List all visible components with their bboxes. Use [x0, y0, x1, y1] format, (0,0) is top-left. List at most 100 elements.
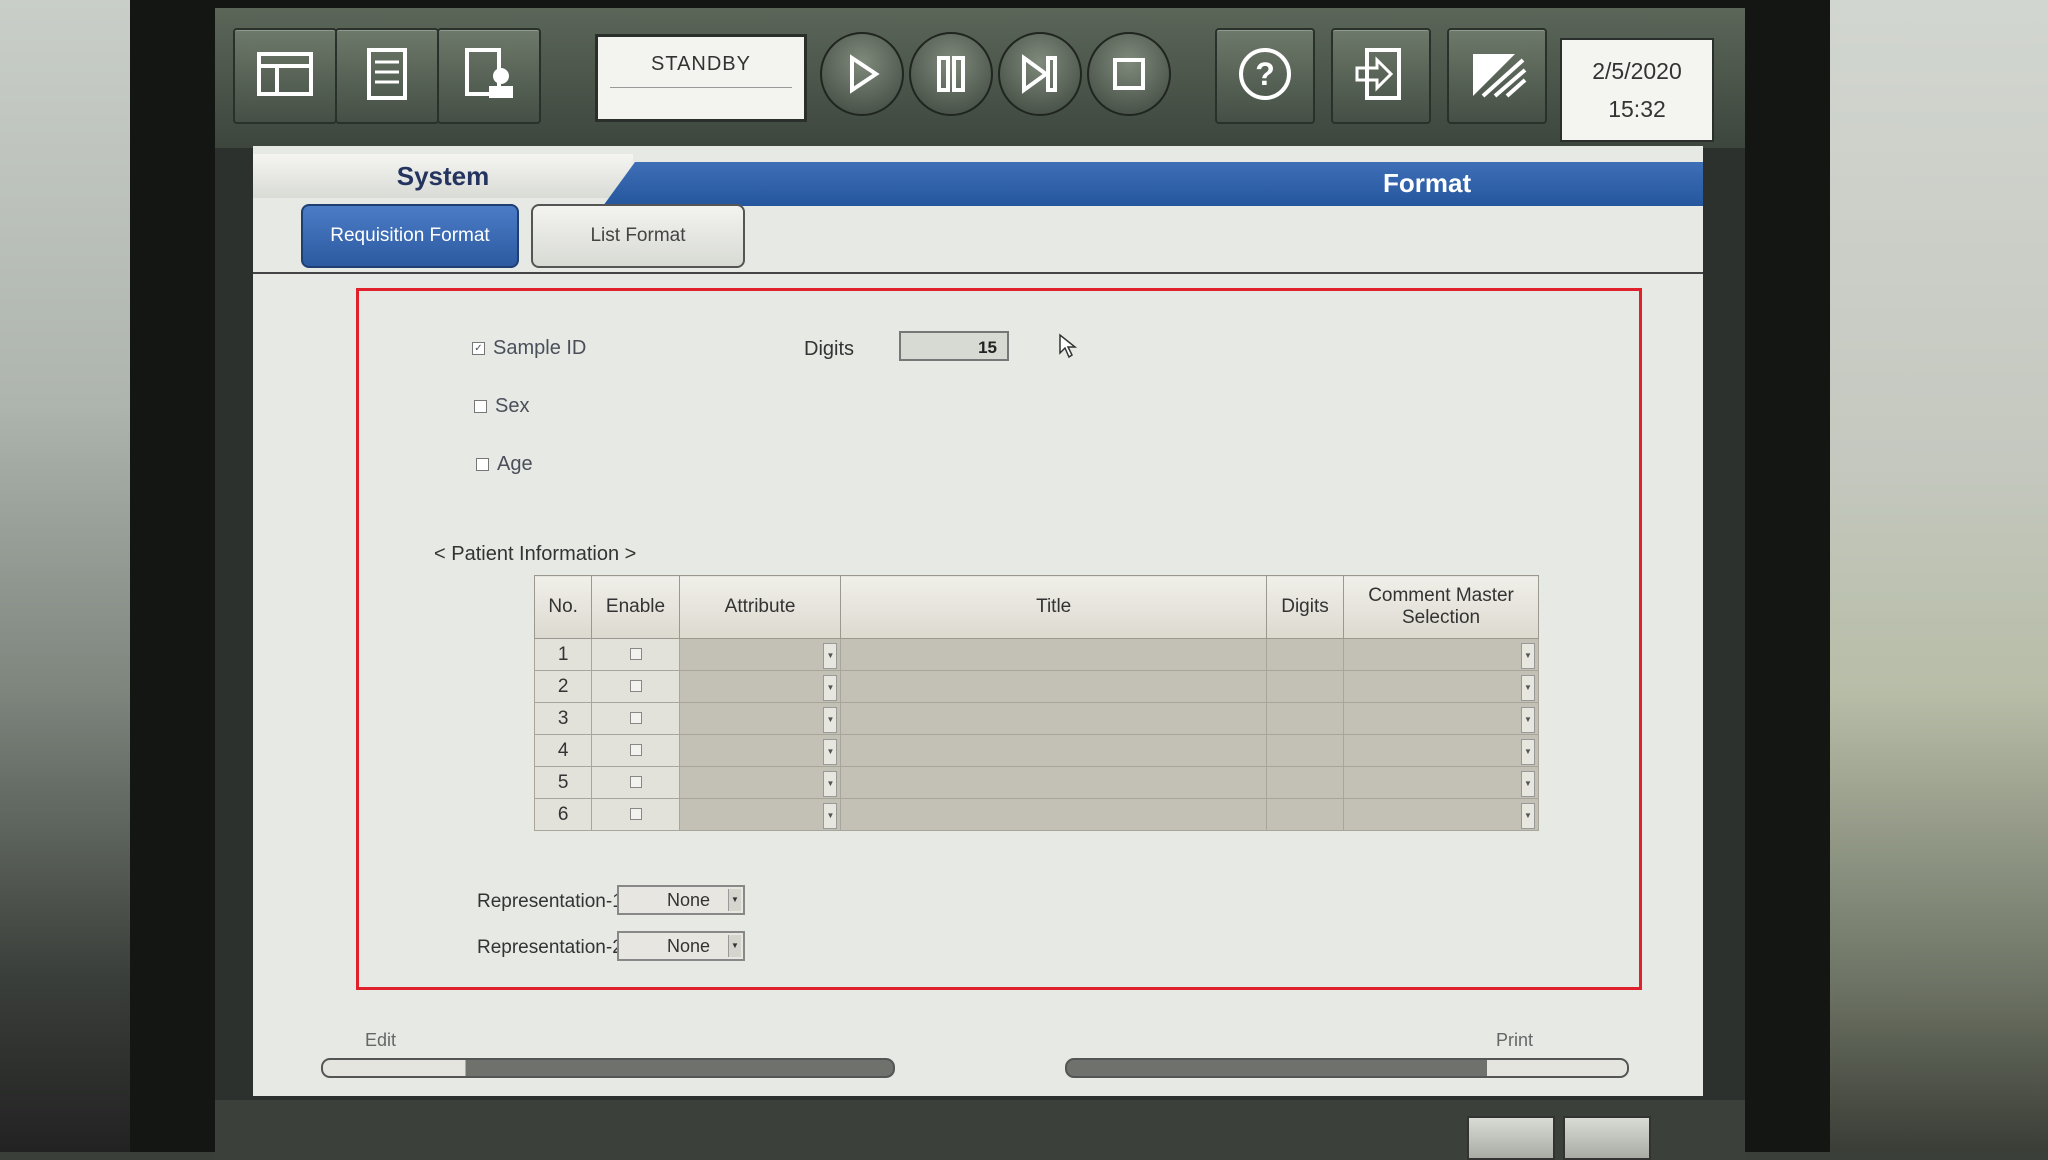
stop-button[interactable] — [1087, 32, 1171, 116]
comment-master-select[interactable]: ▼ — [1343, 734, 1539, 767]
patient-information-label: < Patient Information > — [434, 543, 637, 565]
title-cell[interactable] — [840, 702, 1267, 735]
title-cell[interactable] — [840, 734, 1267, 767]
status-divider — [610, 87, 792, 88]
skip-button[interactable] — [998, 32, 1082, 116]
table-header-row: No. Enable Attribute Title Digits Commen… — [533, 575, 1539, 639]
exit-button[interactable] — [1331, 28, 1431, 124]
title-cell[interactable] — [840, 670, 1267, 703]
print-button-bar[interactable] — [1065, 1058, 1629, 1078]
sample-id-checkbox[interactable]: ✓ — [472, 342, 485, 356]
dropdown-arrow-icon: ▼ — [823, 771, 838, 797]
tab-divider — [253, 272, 1703, 274]
attribute-select[interactable]: ▼ — [678, 734, 842, 767]
patient-information-table: No. Enable Attribute Title Digits Commen… — [533, 575, 1539, 831]
worklist-button[interactable] — [335, 28, 439, 124]
status-text: STANDBY — [651, 53, 751, 75]
bottom-tool-button[interactable] — [1467, 1116, 1555, 1160]
comment-master-select[interactable]: ▼ — [1343, 766, 1539, 799]
row-number: 4 — [533, 734, 593, 767]
sex-checkbox[interactable] — [474, 400, 487, 414]
age-checkbox[interactable] — [476, 458, 489, 472]
sample-id-digits-input[interactable]: 15 — [899, 331, 1009, 361]
comment-master-select[interactable]: ▼ — [1343, 702, 1539, 735]
sample-id-row: ✓ Sample ID — [472, 337, 586, 360]
pause-icon — [937, 56, 965, 92]
comment-master-select[interactable]: ▼ — [1343, 670, 1539, 703]
enable-checkbox[interactable] — [591, 734, 680, 767]
enable-checkbox[interactable] — [591, 798, 680, 831]
start-button[interactable] — [820, 32, 904, 116]
patient-button[interactable] — [437, 28, 541, 124]
background-right — [1818, 0, 2048, 1152]
maintenance-button[interactable] — [1447, 28, 1547, 124]
title-cell[interactable] — [840, 798, 1267, 831]
requisition-settings-area: ✓ Sample ID Digits 15 Sex Age < Patient I… — [356, 288, 1642, 990]
representation-1-label: Representation-1 — [477, 891, 623, 912]
digits-cell[interactable] — [1265, 670, 1345, 703]
row-number: 3 — [533, 702, 593, 735]
digits-cell[interactable] — [1265, 766, 1345, 799]
svg-text:?: ? — [1255, 56, 1275, 92]
comment-master-select[interactable]: ▼ — [1343, 638, 1539, 671]
status-display: STANDBY — [595, 34, 807, 122]
row-number: 6 — [533, 798, 593, 831]
representation-2-label: Representation-2 — [477, 937, 623, 958]
comment-master-select[interactable]: ▼ — [1343, 798, 1539, 831]
dropdown-arrow-icon: ▼ — [823, 643, 838, 669]
digits-cell[interactable] — [1265, 638, 1345, 671]
digits-label: Digits — [804, 338, 855, 360]
help-icon: ? — [1239, 48, 1291, 100]
help-button[interactable]: ? — [1215, 28, 1315, 124]
col-no: No. — [533, 575, 593, 639]
title-cell[interactable] — [840, 638, 1267, 671]
sample-id-label: Sample ID — [493, 337, 587, 359]
attribute-select[interactable]: ▼ — [678, 670, 842, 703]
edit-button-bar[interactable] — [321, 1058, 895, 1078]
menu-button[interactable] — [233, 28, 337, 124]
digits-cell[interactable] — [1265, 734, 1345, 767]
stop-icon — [1113, 58, 1145, 90]
dropdown-arrow-icon: ▼ — [823, 675, 838, 701]
screen: STANDBY ? 2/5/2020 15:32 System Format R… — [215, 8, 1745, 1160]
dropdown-arrow-icon: ▼ — [823, 707, 838, 733]
time-text: 15:32 — [1608, 96, 1666, 122]
representation-1-select[interactable]: None ▼ — [617, 885, 745, 915]
toolbar: STANDBY ? 2/5/2020 15:32 — [215, 8, 1745, 148]
dropdown-arrow-icon: ▼ — [728, 935, 741, 957]
dropdown-arrow-icon: ▼ — [1521, 675, 1535, 701]
print-label: Print — [1496, 1030, 1534, 1050]
title-cell[interactable] — [840, 766, 1267, 799]
enable-checkbox[interactable] — [591, 670, 680, 703]
table-row: 5 ▼ ▼ — [533, 766, 1539, 799]
enable-checkbox[interactable] — [591, 702, 680, 735]
attribute-select[interactable]: ▼ — [678, 702, 842, 735]
table-row: 1 ▼ ▼ — [533, 638, 1539, 671]
col-title: Title — [840, 575, 1267, 639]
attribute-select[interactable]: ▼ — [678, 798, 842, 831]
dropdown-arrow-icon: ▼ — [1521, 707, 1535, 733]
attribute-select[interactable]: ▼ — [678, 638, 842, 671]
sex-label: Sex — [495, 395, 530, 417]
col-digits: Digits — [1265, 575, 1345, 639]
digits-cell[interactable] — [1265, 702, 1345, 735]
system-tab[interactable]: System — [253, 154, 633, 198]
representation-2-select[interactable]: None ▼ — [617, 931, 745, 961]
representation-1-value: None — [667, 890, 711, 910]
enable-checkbox[interactable] — [591, 766, 680, 799]
dropdown-arrow-icon: ▼ — [1521, 739, 1535, 765]
attribute-select[interactable]: ▼ — [678, 766, 842, 799]
play-icon — [850, 54, 880, 94]
bottom-report-button[interactable] — [1563, 1116, 1651, 1160]
dropdown-arrow-icon: ▼ — [823, 739, 838, 765]
enable-checkbox[interactable] — [591, 638, 680, 671]
row-number: 1 — [533, 638, 593, 671]
format-header: Format — [603, 162, 1703, 206]
digits-cell[interactable] — [1265, 798, 1345, 831]
table-row: 2 ▼ ▼ — [533, 670, 1539, 703]
edit-label: Edit — [365, 1030, 397, 1050]
tab-requisition-format[interactable]: Requisition Format — [301, 204, 519, 268]
datetime-display: 2/5/2020 15:32 — [1560, 38, 1714, 142]
tab-list-format[interactable]: List Format — [531, 204, 745, 268]
pause-button[interactable] — [909, 32, 993, 116]
